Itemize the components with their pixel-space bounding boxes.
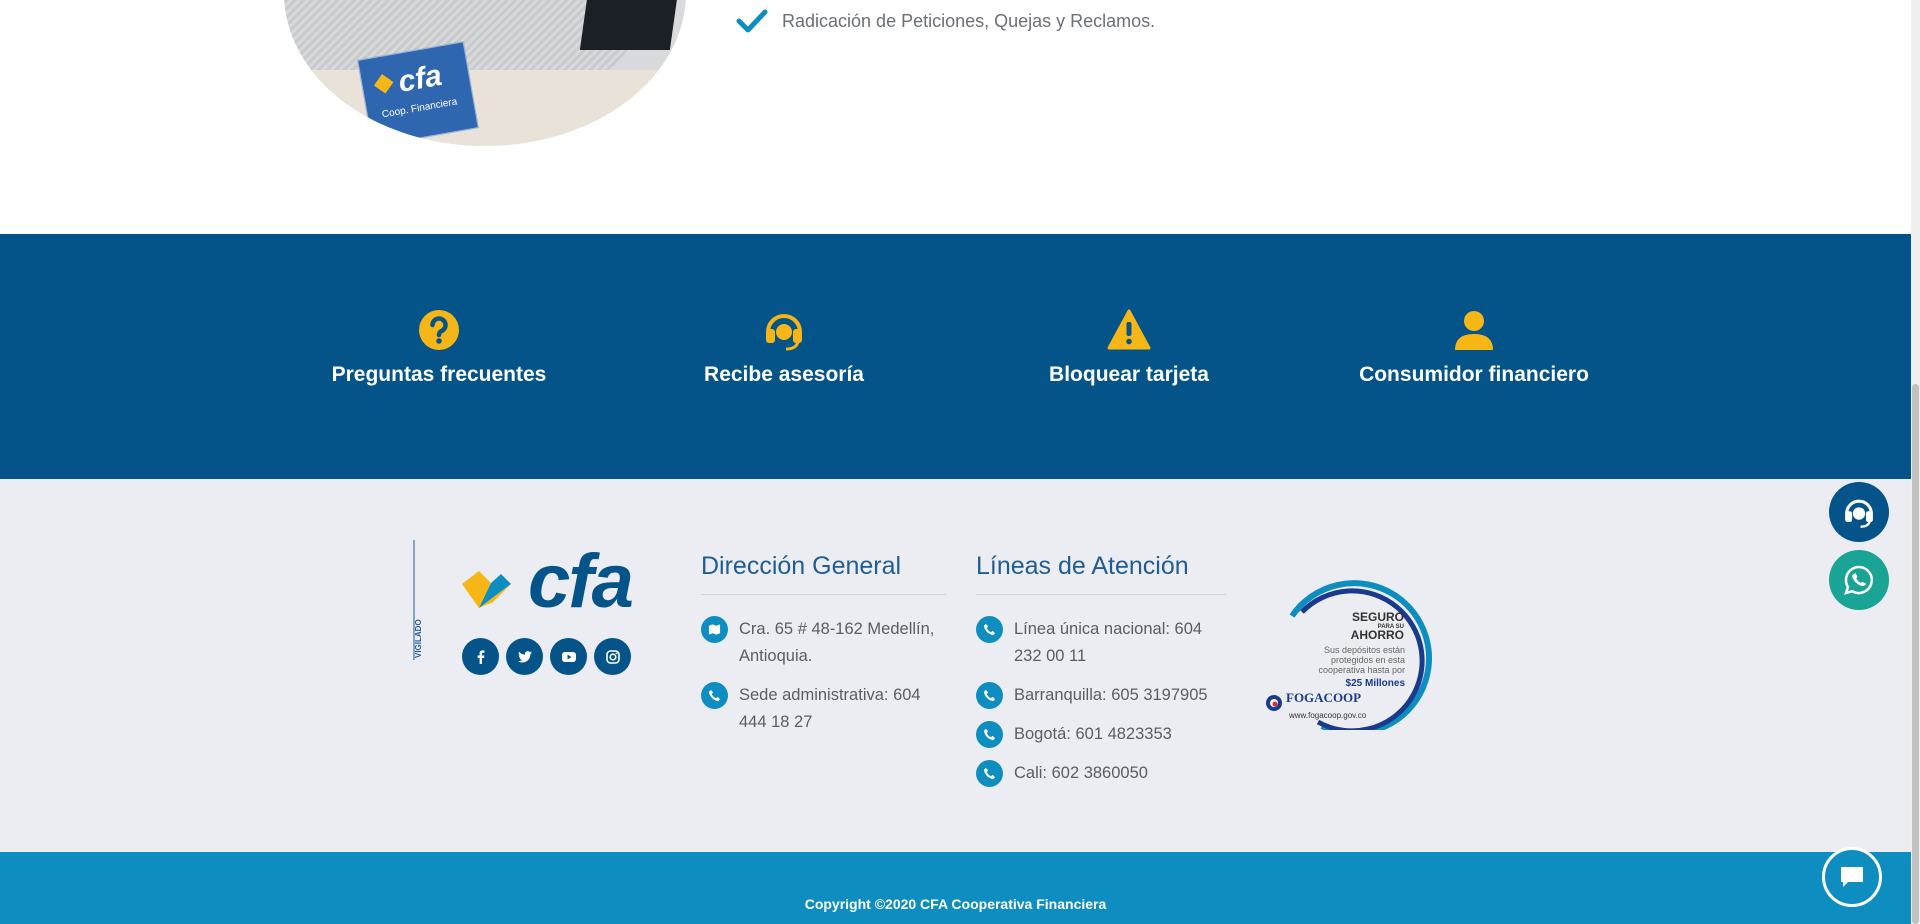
warning-icon: [1107, 309, 1151, 350]
linea-nacional-item[interactable]: Línea única nacional: 604 232 00 11: [976, 616, 1226, 670]
footer: [0, 479, 1911, 852]
user-icon: [1455, 311, 1493, 350]
youtube-icon: [561, 651, 576, 662]
svg-text:FOGACOOP: FOGACOOP: [1286, 690, 1361, 705]
svg-text:SEGURO: SEGURO: [1352, 610, 1404, 624]
feature-label: Preguntas frecuentes: [331, 363, 547, 386]
feature-recibe-asesoria[interactable]: Recibe asesoría: [634, 308, 934, 387]
cfa-logo-text: cfa: [528, 539, 634, 624]
instagram-link[interactable]: [594, 638, 631, 675]
svg-text:$25 Millones: $25 Millones: [1346, 678, 1406, 689]
lineas-atencion-title: Líneas de Atención: [976, 552, 1189, 580]
feature-label: Consumidor financiero: [1359, 363, 1589, 386]
fogacoop-seal[interactable]: SEGURO PARA SU AHORRO Sus depósitos está…: [1262, 576, 1442, 730]
feature-label: Recibe asesoría: [704, 363, 864, 386]
social-links: [462, 638, 631, 675]
scrollbar-thumb[interactable]: [1912, 384, 1919, 924]
cfa-desk-card: cfa Coop. Financiera: [357, 41, 479, 146]
checklist-text: Radicación de Peticiones, Quejas y Recla…: [782, 10, 1156, 31]
feature-bloquear-tarjeta[interactable]: Bloquear tarjeta: [979, 308, 1279, 387]
instagram-icon: [605, 649, 620, 664]
headset-icon: [1845, 499, 1873, 528]
quick-links-band: [0, 234, 1911, 479]
barranquilla-item[interactable]: Barranquilla: 605 3197905: [976, 682, 1236, 709]
twitter-icon: [517, 650, 532, 662]
svg-text:cooperativa hasta por: cooperativa hasta por: [1318, 665, 1405, 675]
svg-text:Sus depósitos están: Sus depósitos están: [1324, 645, 1405, 655]
whatsapp-icon: [1844, 565, 1874, 595]
svg-text:www.fogacoop.gov.co: www.fogacoop.gov.co: [1288, 711, 1367, 720]
intro-section: cfa Coop. Financiera Radicación de Petic…: [0, 0, 1911, 234]
page-scrollbar[interactable]: [1911, 0, 1920, 924]
youtube-link[interactable]: [550, 638, 587, 675]
svg-text:AHORRO: AHORRO: [1351, 628, 1404, 642]
advisor-photo: cfa Coop. Financiera: [284, 0, 686, 146]
phone-icon: [983, 623, 996, 636]
check-icon: [736, 9, 768, 33]
phone-icon: [983, 689, 996, 702]
facebook-link[interactable]: [462, 638, 499, 675]
whatsapp-button[interactable]: [1829, 550, 1889, 610]
feature-consumidor-financiero[interactable]: Consumidor financiero: [1324, 308, 1624, 387]
map-icon: [708, 624, 721, 635]
bogota-item[interactable]: Bogotá: 601 4823353: [976, 721, 1236, 748]
copyright-text: Copyright ©2020 CFA Cooperativa Financie…: [804, 896, 1107, 912]
svg-text:protegidos en esta: protegidos en esta: [1331, 655, 1405, 665]
question-circle-icon: [419, 310, 459, 350]
svg-text:VIGILADO: VIGILADO: [414, 619, 423, 658]
twitter-link[interactable]: [506, 638, 543, 675]
support-chat-button[interactable]: [1829, 482, 1889, 542]
phone-icon: [983, 728, 996, 741]
checklist-item: Radicación de Peticiones, Quejas y Recla…: [736, 8, 1155, 34]
copyright-bar: [0, 852, 1911, 924]
facebook-icon: [477, 649, 484, 664]
phone-icon: [983, 767, 996, 780]
phone-icon: [708, 689, 721, 702]
vigilado-supersolidaria-mark: VIGILADO: [413, 540, 423, 660]
cali-item[interactable]: Cali: 602 3860050: [976, 760, 1236, 787]
chat-widget-button[interactable]: [1822, 847, 1882, 907]
divider: [701, 594, 946, 595]
divider: [976, 594, 1226, 595]
feature-preguntas-frecuentes[interactable]: Preguntas frecuentes: [289, 308, 589, 387]
chat-bubble-icon: [1841, 867, 1863, 887]
feature-label: Bloquear tarjeta: [1049, 363, 1209, 386]
cfa-heart-logo: [462, 571, 511, 608]
direccion-general-title: Dirección General: [701, 552, 902, 580]
address-item: Cra. 65 # 48-162 Medellín, Antioquia.: [701, 616, 951, 670]
headset-icon: [766, 314, 802, 351]
sede-administrativa-item[interactable]: Sede administrativa: 604 444 18 27: [701, 682, 951, 736]
